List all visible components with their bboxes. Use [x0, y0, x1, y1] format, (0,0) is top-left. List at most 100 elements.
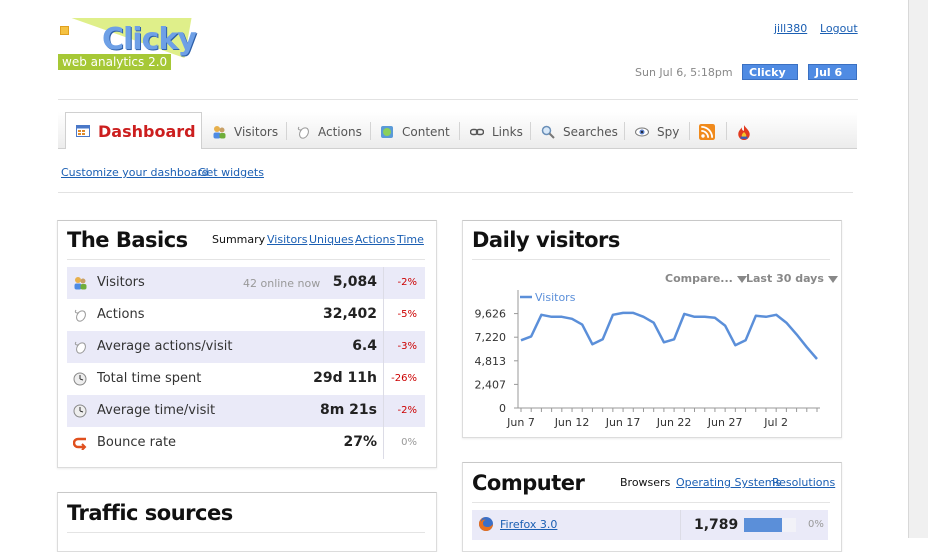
x-tick-label: Jun 17	[605, 416, 641, 429]
tab-content[interactable]: Content	[380, 122, 450, 142]
tab-actions-label: Actions	[318, 125, 362, 139]
row-value: 8m 21s	[320, 402, 377, 418]
y-tick-label: 9,626	[475, 308, 507, 321]
computer-tab-browsers[interactable]: Browsers	[620, 476, 670, 489]
searches-icon	[541, 125, 555, 139]
daily-visitors-chart: 0 2,407 4,813 7,220 9,626 Jun 7 Jun 12 Jun 17 Ju…	[462, 280, 842, 430]
header-divider	[58, 99, 858, 100]
daily-visitors-title: Daily visitors	[472, 228, 620, 252]
row-change: -2%	[398, 405, 417, 416]
x-tick-label: Jun 22	[656, 416, 692, 429]
browser-share-bar	[744, 518, 782, 532]
basics-row-avg-actions[interactable]: Average actions/visit 6.4 -3%	[67, 331, 425, 363]
subnav-divider	[58, 192, 853, 193]
mouse-icon	[73, 340, 87, 354]
row-label: Actions	[97, 307, 145, 322]
tab-dashboard-label: Dashboard	[98, 122, 196, 141]
basics-row-total-time[interactable]: Total time spent 29d 11h -26%	[67, 363, 425, 395]
computer-tab-resolutions[interactable]: Resolutions	[772, 476, 835, 489]
x-tick-label: Jun 12	[554, 416, 590, 429]
y-tick-label: 0	[499, 402, 506, 415]
row-label: Visitors	[97, 275, 145, 290]
tab-links-label: Links	[492, 125, 523, 139]
x-tick-label: Jul 2	[763, 416, 788, 429]
basics-title: The Basics	[67, 228, 188, 252]
tab-flame[interactable]	[736, 122, 760, 142]
row-label: Bounce rate	[97, 435, 176, 450]
tab-searches-label: Searches	[563, 125, 618, 139]
tab-spy[interactable]: Spy	[635, 122, 679, 142]
row-label: Total time spent	[97, 371, 201, 386]
traffic-sources-title: Traffic sources	[67, 501, 233, 525]
x-tick-label: Jun 27	[707, 416, 743, 429]
computer-tab-operating-systems[interactable]: Operating Systems	[676, 476, 781, 489]
tab-content-label: Content	[402, 125, 450, 139]
row-change: -5%	[398, 309, 417, 320]
username-link[interactable]: jill380	[774, 22, 807, 35]
content-icon	[380, 125, 394, 139]
tab-actions[interactable]: Actions	[296, 122, 362, 142]
online-now-note: 42 online now	[243, 277, 320, 290]
row-value: 29d 11h	[313, 370, 377, 386]
spy-icon	[635, 125, 649, 139]
row-change: -3%	[398, 341, 417, 352]
logo-wordmark: Clicky	[102, 22, 196, 57]
computer-title: Computer	[472, 471, 584, 495]
basics-row-bounce-rate[interactable]: Bounce rate 27% 0%	[67, 427, 425, 459]
basics-row-actions[interactable]: Actions 32,402 -5%	[67, 299, 425, 331]
site-selector-button[interactable]: Clicky ▼	[742, 64, 798, 80]
clock-icon	[73, 372, 87, 386]
basics-tab-actions[interactable]: Actions	[355, 233, 395, 246]
customize-dashboard-link[interactable]: Customize your dashboard	[61, 166, 209, 179]
get-widgets-link[interactable]: Get widgets	[198, 166, 264, 179]
row-value: 32,402	[323, 306, 377, 322]
browser-value: 1,789	[694, 517, 738, 533]
row-change: 0%	[401, 437, 417, 448]
row-value: 5,084	[333, 274, 377, 290]
basics-row-visitors[interactable]: Visitors 42 online now 5,084 -2%	[67, 267, 425, 299]
legend-label: Visitors	[535, 291, 576, 304]
mouse-icon	[73, 308, 87, 322]
basics-tab-uniques[interactable]: Uniques	[309, 233, 354, 246]
tab-dashboard[interactable]: Dashboard	[76, 121, 196, 141]
firefox-icon	[478, 516, 494, 532]
logo-subtitle: web analytics 2.0	[58, 54, 171, 70]
tab-rss[interactable]	[699, 122, 723, 142]
scrollbar-gutter	[908, 0, 928, 538]
y-tick-label: 7,220	[475, 331, 507, 344]
links-icon	[470, 125, 484, 139]
current-datetime: Sun Jul 6, 5:18pm	[635, 66, 733, 79]
row-label: Average actions/visit	[97, 339, 232, 354]
flame-icon	[736, 124, 752, 140]
series-line-visitors	[521, 313, 817, 359]
date-selector-button[interactable]: Jul 6 ▼	[808, 64, 857, 80]
actions-icon	[296, 125, 310, 139]
tab-visitors[interactable]: Visitors	[212, 122, 278, 142]
browser-link[interactable]: Firefox 3.0	[500, 518, 557, 531]
visitors-icon	[73, 276, 87, 290]
browser-row-firefox[interactable]: Firefox 3.0 1,789 0%	[472, 510, 828, 540]
x-tick-label: Jun 7	[506, 416, 535, 429]
y-tick-label: 2,407	[475, 378, 507, 391]
basics-tab-visitors[interactable]: Visitors	[267, 233, 307, 246]
basics-tab-time[interactable]: Time	[397, 233, 424, 246]
basics-tab-summary[interactable]: Summary	[212, 233, 265, 246]
row-value: 6.4	[352, 338, 377, 354]
rss-icon	[699, 124, 715, 140]
basics-row-avg-time[interactable]: Average time/visit 8m 21s -2%	[67, 395, 425, 427]
bounce-icon	[73, 436, 87, 450]
browser-change: 0%	[808, 519, 824, 530]
tab-links[interactable]: Links	[470, 122, 523, 142]
row-change: -2%	[398, 277, 417, 288]
tab-visitors-label: Visitors	[234, 125, 278, 139]
clock-icon	[73, 404, 87, 418]
row-value: 27%	[343, 434, 377, 450]
y-tick-label: 4,813	[475, 355, 507, 368]
visitors-icon	[212, 125, 226, 139]
dashboard-icon	[76, 124, 90, 138]
row-change: -26%	[391, 373, 417, 384]
tab-spy-label: Spy	[657, 125, 679, 139]
clicky-logo[interactable]: Clicky web analytics 2.0	[58, 18, 198, 74]
tab-searches[interactable]: Searches	[541, 122, 618, 142]
logout-link[interactable]: Logout	[820, 22, 858, 35]
